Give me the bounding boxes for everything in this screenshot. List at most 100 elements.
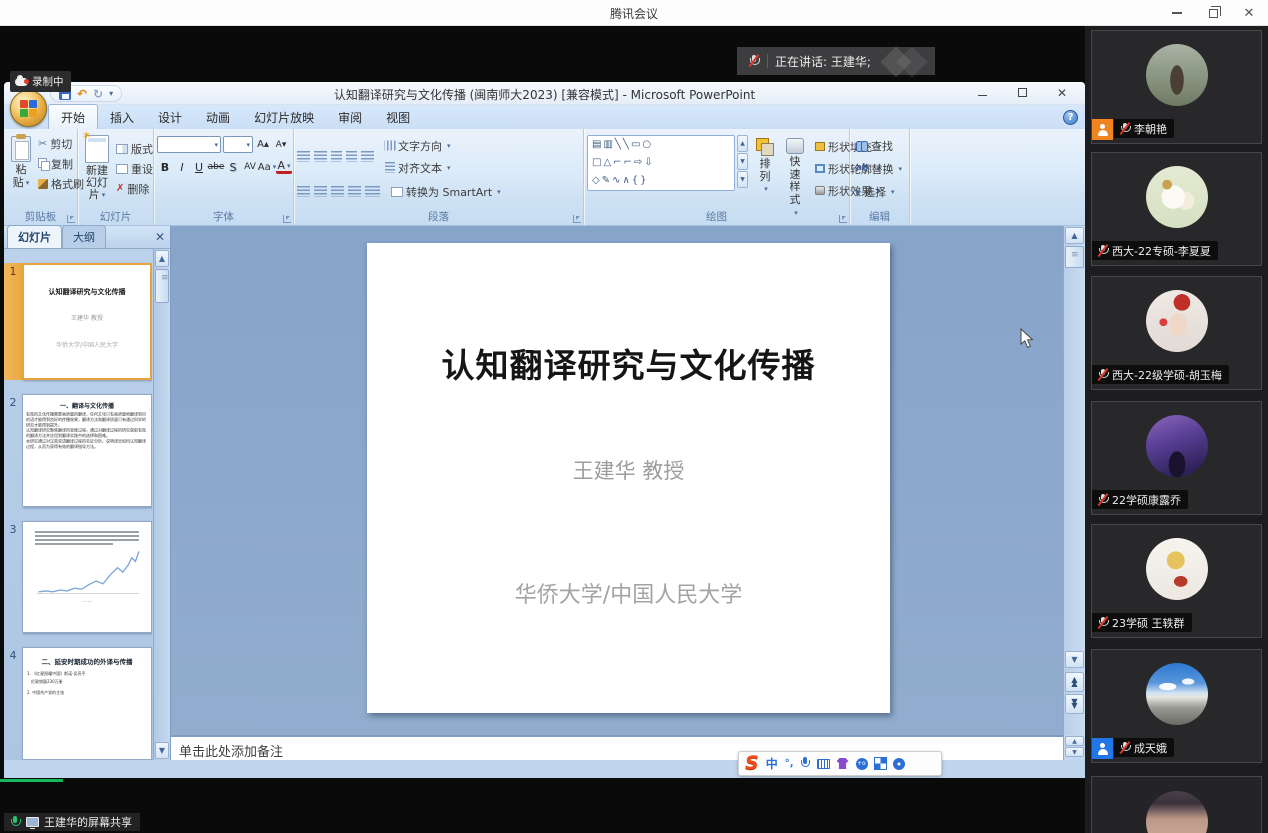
ime-emoji-icon[interactable] (856, 758, 868, 770)
increase-indent-icon[interactable] (346, 151, 357, 162)
decrease-indent-icon[interactable] (331, 151, 342, 162)
quick-styles-button[interactable]: 快速样式 (782, 135, 808, 220)
thumbnail-row-3[interactable]: 3 —·— (4, 521, 152, 633)
bold-button[interactable]: B (157, 159, 173, 175)
line-spacing-icon[interactable] (361, 151, 374, 162)
tab-slideshow[interactable]: 幻灯片放映 (242, 105, 326, 129)
restore-button[interactable] (1200, 3, 1226, 23)
help-button[interactable]: ? (1063, 110, 1078, 125)
dialog-launcher-icon[interactable] (283, 215, 291, 223)
font-name-select[interactable]: ▾ (157, 136, 221, 153)
ppt-minimize-button[interactable] (969, 84, 995, 101)
arrange-button[interactable]: 排列 (752, 135, 778, 196)
align-text-button[interactable]: 对齐文本 (382, 158, 454, 177)
tab-home[interactable]: 开始 (48, 104, 98, 129)
scroll-down-icon[interactable]: ▼ (1065, 651, 1084, 668)
ime-mode-toggle[interactable]: 中 (766, 758, 778, 770)
justify-icon[interactable] (348, 186, 361, 197)
gallery-down-icon[interactable]: ▼ (737, 153, 748, 170)
text-direction-button[interactable]: 文字方向 (382, 136, 454, 155)
slide-3-thumbnail[interactable]: —·— (22, 521, 152, 633)
minimize-button[interactable] (1164, 3, 1190, 23)
ime-settings-icon[interactable] (893, 758, 905, 770)
grow-font-button[interactable]: A▴ (255, 137, 271, 153)
ime-voice-icon[interactable] (801, 757, 810, 770)
tab-design[interactable]: 设计 (146, 105, 194, 129)
select-button[interactable]: 选择 (853, 182, 906, 201)
replace-button[interactable]: ab替换 (853, 159, 906, 178)
close-button[interactable]: ✕ (1236, 3, 1262, 23)
qat-customize-icon[interactable]: ▾ (109, 89, 113, 98)
tab-review[interactable]: 审阅 (326, 105, 374, 129)
ime-keyboard-icon[interactable] (817, 759, 830, 769)
redo-icon[interactable]: ↻ (93, 88, 103, 100)
ppt-maximize-button[interactable] (1009, 84, 1035, 101)
scroll-thumb[interactable] (1065, 246, 1084, 268)
undo-icon[interactable]: ↶ (77, 88, 87, 100)
dialog-launcher-icon[interactable] (839, 215, 847, 223)
tab-view[interactable]: 视图 (374, 105, 422, 129)
tab-animations[interactable]: 动画 (194, 105, 242, 129)
participant-tile[interactable]: 西大-22级学硕-胡玉梅 (1091, 276, 1262, 390)
thumbnail-row-1[interactable]: 1 认知翻译研究与文化传播 王建华 教授 华侨大学/中国人民大学 (4, 263, 152, 380)
shrink-font-button[interactable]: A▾ (273, 137, 289, 153)
ppt-close-button[interactable]: ✕ (1049, 84, 1075, 101)
dialog-launcher-icon[interactable] (573, 215, 581, 223)
underline-button[interactable]: U (191, 159, 207, 175)
shadow-button[interactable]: S (225, 159, 241, 175)
slide-1-thumbnail[interactable]: 认知翻译研究与文化传播 王建华 教授 华侨大学/中国人民大学 (22, 263, 152, 380)
participant-tile[interactable] (1091, 776, 1262, 833)
panel-scroll-thumb[interactable] (155, 269, 169, 303)
participant-tile[interactable]: 22学硕康露乔 (1091, 401, 1262, 515)
columns-icon[interactable] (365, 186, 380, 197)
next-slide-button[interactable]: ▼▼ (1065, 694, 1084, 714)
panel-scroll-down-icon[interactable]: ▼ (155, 742, 169, 759)
smartart-button[interactable]: 转换为 SmartArt (388, 182, 504, 201)
previous-slide-button[interactable]: ▲▲ (1065, 672, 1084, 692)
tab-insert[interactable]: 插入 (98, 105, 146, 129)
gallery-up-icon[interactable]: ▲ (737, 135, 748, 152)
align-center-icon[interactable] (314, 186, 327, 197)
new-slide-button[interactable]: 新建幻灯片 (81, 132, 113, 204)
slide-4-thumbnail[interactable]: 二、延安时期成功的外译与传播 1. 《红星照耀中国》斯诺-吴亮平 伦敦销量230… (22, 647, 152, 760)
dialog-launcher-icon[interactable] (67, 215, 75, 223)
align-left-icon[interactable] (297, 186, 310, 197)
bullets-icon[interactable] (297, 151, 310, 162)
font-size-select[interactable]: ▾ (223, 136, 253, 153)
thumbnail-row-2[interactable]: 2 一、翻译与文化传播 有效的文化传播需要高质量的翻译，任何文化只有高质量地翻译… (4, 394, 152, 507)
scroll-up-icon[interactable]: ▲ (1065, 227, 1084, 244)
numbering-icon[interactable] (314, 151, 327, 162)
current-slide[interactable]: 认知翻译研究与文化传播 王建华 教授 华侨大学/中国人民大学 (367, 243, 890, 713)
shape-gallery[interactable]: ▤▥╲╲▭○ □△⌐⌐⇨⇩ ◇✎∿∧{} (587, 135, 735, 191)
slide-scrollbar[interactable]: ▲ ▼ ▲▲ ▼▼ (1063, 226, 1085, 735)
find-button[interactable]: 查找 (853, 136, 906, 155)
align-right-icon[interactable] (331, 186, 344, 197)
ime-skin-icon[interactable] (837, 758, 849, 769)
participant-tile[interactable]: 23学硕 王轶群 (1091, 524, 1262, 638)
change-case-button[interactable]: Aa (259, 159, 275, 175)
tab-outline-panel[interactable]: 大纲 (62, 225, 106, 248)
notes-placeholder[interactable]: 单击此处添加备注 (179, 741, 283, 760)
tab-slides-panel[interactable]: 幻灯片 (7, 225, 62, 248)
slide-2-thumbnail[interactable]: 一、翻译与文化传播 有效的文化传播需要高质量的翻译，任何文化只有高质量地翻译到目… (22, 394, 152, 507)
panel-scrollbar[interactable]: ▲ ▼ (153, 249, 170, 760)
notes-scroll-up-icon[interactable]: ▲ (1065, 736, 1084, 746)
notes-scrollbar[interactable]: ▲ ▼ (1063, 735, 1085, 760)
font-color-button[interactable]: A (276, 160, 292, 174)
notes-scroll-down-icon[interactable]: ▼ (1065, 747, 1084, 757)
thumbnail-row-4[interactable]: 4 二、延安时期成功的外译与传播 1. 《红星照耀中国》斯诺-吴亮平 伦敦销量2… (4, 647, 152, 760)
participant-tile[interactable]: 成天娥 (1091, 649, 1262, 763)
panel-scroll-up-icon[interactable]: ▲ (155, 250, 169, 267)
italic-button[interactable]: I (174, 159, 190, 175)
gallery-more-icon[interactable]: ▼ (737, 171, 748, 188)
ime-punctuation-toggle[interactable]: °, (785, 759, 794, 769)
paste-button[interactable]: 粘贴 (7, 133, 35, 192)
strikethrough-button[interactable]: abe (208, 159, 224, 175)
participant-tile[interactable]: 李朝艳 (1091, 30, 1262, 144)
ppt-titlebar[interactable]: 认知翻译研究与文化传播 (闽南师大2023) [兼容模式] - Microsof… (4, 82, 1085, 105)
participant-tile[interactable]: 西大-22专硕-李夏夏 (1091, 152, 1262, 266)
panel-close-icon[interactable]: ✕ (155, 230, 165, 244)
character-spacing-button[interactable]: AV (242, 159, 258, 175)
ime-toolbox-icon[interactable] (875, 758, 886, 769)
sogou-logo-icon[interactable]: S (745, 754, 759, 773)
